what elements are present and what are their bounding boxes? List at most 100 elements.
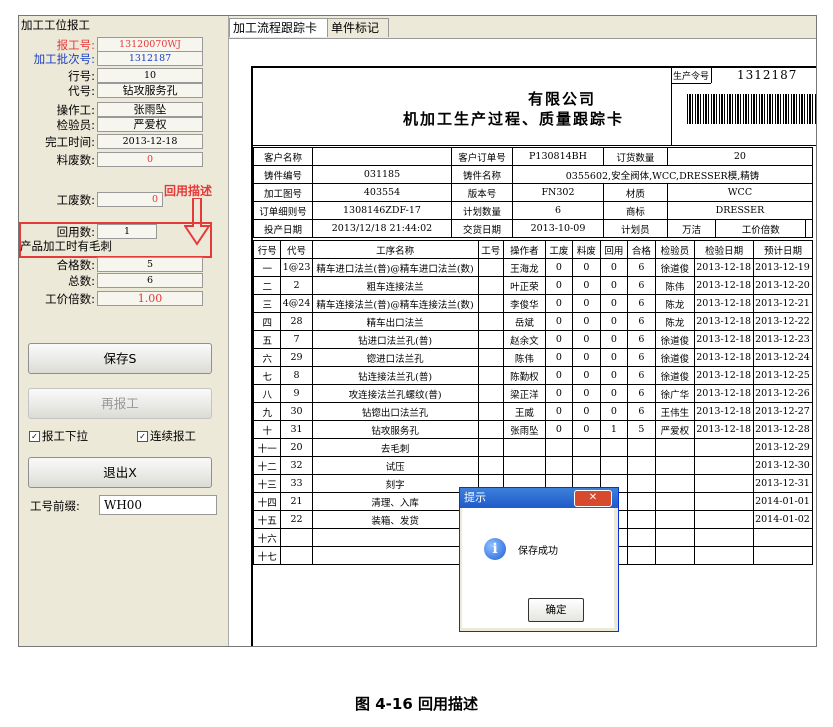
table-cell: 0	[572, 258, 601, 277]
info-cell: 计划员	[602, 219, 668, 238]
table-row[interactable]: 七 8 钻连接法兰孔(普) 陈勤权 0 0 0 6 徐道俊 2013-12-18 2013-12-2…	[252, 366, 813, 385]
hege-input[interactable]: 5	[97, 257, 203, 272]
lianxu-checkbox[interactable]: ✓ 连续报工	[137, 429, 196, 443]
field-input[interactable]: 严爱权	[97, 117, 203, 132]
field-row: 加工批次号: 1312187	[19, 51, 228, 67]
table-row[interactable]: 十二 32 试压 2013-12-30	[252, 456, 813, 475]
table-cell: 2013-12-21	[753, 294, 813, 313]
table-cell: 2013-12-18	[694, 384, 755, 403]
table-cell: 李俊华	[502, 294, 546, 313]
table-cell: 一	[252, 258, 282, 277]
table-cell: 22	[280, 510, 313, 529]
table-cell: 2013-12-30	[753, 456, 813, 475]
table-row[interactable]: 十 31 钻攻服务孔 张雨坠 0 0 1 5 严爱权 2013-12-18 2013-12-28	[252, 420, 813, 439]
table-cell: 钻进口法兰孔(普)	[311, 330, 479, 349]
column-header: 合格	[627, 240, 656, 259]
table-cell: 9	[280, 384, 313, 403]
field-input[interactable]: 10	[97, 68, 203, 83]
save-button[interactable]: 保存S	[28, 343, 212, 374]
tab-tracking-card[interactable]: 加工流程跟踪卡	[229, 18, 328, 37]
rebaogong-button[interactable]: 再报工	[28, 388, 212, 419]
table-cell: 攻连接法兰孔螺纹(普)	[311, 384, 479, 403]
table-cell: 0	[544, 348, 574, 367]
table-cell	[544, 438, 574, 457]
table-row[interactable]: 四 28 精车出口法兰 岳斌 0 0 0 6 陈龙 2013-12-18 2013-12-22	[252, 312, 813, 331]
table-cell: 6	[627, 366, 656, 385]
field-input[interactable]: 钻攻服务孔	[97, 83, 203, 98]
info-cell: 031185	[312, 165, 452, 184]
info-cell: 2013/12/18 21:44:02	[312, 219, 452, 238]
field-input[interactable]: 张雨坠	[97, 102, 203, 117]
info-cell: WCC	[666, 183, 814, 202]
table-cell: 6	[627, 330, 656, 349]
message-dialog: 提示 ✕ i 保存成功 确定	[459, 487, 619, 632]
table-cell: 31	[280, 420, 313, 439]
table-cell: 0	[544, 294, 574, 313]
field-input[interactable]: 0	[97, 152, 203, 167]
table-row[interactable]: 六 29 锪进口法兰孔 陈伟 0 0 0 6 徐道俊 2013-12-18 2013-12-24	[252, 348, 813, 367]
table-cell: 十二	[252, 456, 282, 475]
hege-row: 合格数: 5	[19, 257, 228, 273]
table-cell: 钻连接法兰孔(普)	[311, 366, 479, 385]
huiyong-input[interactable]: 1	[97, 224, 157, 239]
table-cell: 严爱权	[654, 420, 696, 439]
info-cell: 客户名称	[253, 147, 313, 166]
table-row[interactable]: 一 1@23 精车进口法兰(普)@精车进口法兰(数) 王海龙 0 0 0 6 徐道俊 2013-1…	[252, 258, 813, 277]
table-cell: 21	[280, 492, 313, 511]
dialog-close-button[interactable]: ✕	[574, 490, 612, 507]
process-header-row: 行号 代号 工序名称 工号 操作者 工废 料废 回用 合格 检验员 检验日期 预计日期	[252, 240, 813, 259]
baogong-dropdown-checkbox[interactable]: ✓ 报工下拉	[29, 429, 88, 443]
table-cell: 0	[599, 258, 629, 277]
table-cell: 去毛刺	[311, 438, 479, 457]
field-input[interactable]: 2013-12-18	[97, 134, 203, 149]
info-cell: 6	[511, 201, 604, 220]
table-cell: 2013-12-31	[753, 474, 813, 493]
table-cell: 30	[280, 402, 313, 421]
beishu-input[interactable]: 1.00	[97, 291, 203, 306]
field-row: 行号: 10	[19, 68, 228, 84]
table-cell: 0	[544, 312, 574, 331]
table-cell	[654, 474, 696, 493]
table-cell	[627, 438, 656, 457]
table-cell: 0	[572, 402, 601, 421]
table-cell: 6	[627, 312, 656, 331]
table-cell: 7	[280, 330, 313, 349]
info-cell: DRESSER	[666, 201, 814, 220]
table-cell	[477, 384, 504, 403]
huiyong-desc-input[interactable]: 产品加工时有毛刺	[20, 238, 112, 254]
table-cell: 2013-12-18	[694, 276, 755, 295]
table-cell: 徐道俊	[654, 348, 696, 367]
table-cell: 2013-12-18	[694, 366, 755, 385]
info-cell: 订单细则号	[253, 201, 313, 220]
table-row[interactable]: 十一 20 去毛刺 2013-12-29	[252, 438, 813, 457]
table-cell: 0	[544, 366, 574, 385]
table-row[interactable]: 九 30 钻锪出口法兰孔 王威 0 0 0 6 王伟生 2013-12-18 2013-12-27	[252, 402, 813, 421]
info-cell: 铸件编号	[253, 165, 313, 184]
prefix-input[interactable]: WH00	[99, 495, 217, 515]
table-row[interactable]: 八 9 攻连接法兰孔螺纹(普) 梁正洋 0 0 0 6 徐广华 2013-12-18 2013-12…	[252, 384, 813, 403]
dialog-ok-button[interactable]: 确定	[528, 598, 584, 622]
panel-title: 加工工位报工	[21, 18, 90, 32]
exit-button[interactable]: 退出X	[28, 457, 212, 488]
table-cell: 2013-12-18	[694, 330, 755, 349]
zong-input[interactable]: 6	[97, 273, 203, 288]
info-row: 客户名称 客户订单号 P130814BH 订货数量 20	[253, 147, 814, 166]
table-cell: 2013-12-18	[694, 312, 755, 331]
table-cell: 0	[572, 420, 601, 439]
table-row[interactable]: 五 7 钻进口法兰孔(普) 赵余文 0 0 0 6 徐道俊 2013-12-18 2013-12-2…	[252, 330, 813, 349]
dialog-titlebar: 提示 ✕	[460, 488, 618, 508]
table-row[interactable]: 二 2 粗车连接法兰 叶正荣 0 0 0 6 陈伟 2013-12-18 2013-12-20	[252, 276, 813, 295]
tab-part-marking[interactable]: 单件标记	[327, 18, 389, 37]
gongfei-input[interactable]: 0	[97, 192, 163, 207]
table-cell: 王威	[502, 402, 546, 421]
table-cell	[477, 294, 504, 313]
table-cell: 王伟生	[654, 402, 696, 421]
beishu-row: 工价倍数: 1.00	[19, 291, 228, 307]
table-row[interactable]: 三 4@24 精车连接法兰(普)@精车连接法兰(数) 李俊华 0 0 0 6 陈龙 2013-12…	[252, 294, 813, 313]
field-input[interactable]: 13120070WJ	[97, 37, 203, 52]
table-cell: 岳斌	[502, 312, 546, 331]
field-input[interactable]: 1312187	[97, 51, 203, 66]
table-cell: 十三	[252, 474, 282, 493]
table-cell	[280, 528, 313, 547]
table-cell: 叶正荣	[502, 276, 546, 295]
